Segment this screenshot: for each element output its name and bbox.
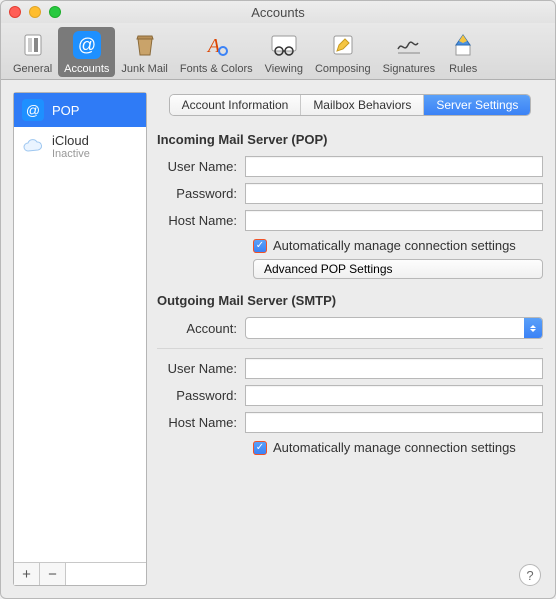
add-account-button[interactable]: + bbox=[14, 563, 40, 585]
row-incoming-hostname: Host Name: bbox=[157, 210, 543, 231]
rules-icon bbox=[447, 29, 479, 61]
row-outgoing-account: Account: bbox=[157, 317, 543, 339]
content-area: @ POP iCloud Inactive + − bbox=[1, 80, 555, 598]
row-outgoing-hostname: Host Name: bbox=[157, 412, 543, 433]
outgoing-account-select[interactable] bbox=[245, 317, 543, 339]
username-label: User Name: bbox=[157, 159, 245, 174]
at-icon: @ bbox=[71, 29, 103, 61]
fonts-icon: A bbox=[200, 29, 232, 61]
toolbar-label: General bbox=[13, 63, 52, 75]
row-outgoing-username: User Name: bbox=[157, 358, 543, 379]
row-incoming-username: User Name: bbox=[157, 156, 543, 177]
svg-text:@: @ bbox=[78, 35, 96, 55]
toolbar-label: Accounts bbox=[64, 63, 109, 75]
settings-panel: Account Information Mailbox Behaviors Se… bbox=[157, 92, 543, 586]
incoming-password-input[interactable] bbox=[245, 183, 543, 204]
incoming-auto-label: Automatically manage connection settings bbox=[273, 238, 516, 253]
incoming-section-title: Incoming Mail Server (POP) bbox=[157, 132, 543, 147]
tab-server-settings[interactable]: Server Settings bbox=[424, 95, 530, 115]
hostname-label: Host Name: bbox=[157, 415, 245, 430]
tab-mailbox-behaviors[interactable]: Mailbox Behaviors bbox=[301, 95, 424, 115]
username-label: User Name: bbox=[157, 361, 245, 376]
toolbar-label: Viewing bbox=[265, 63, 303, 75]
tab-segmented-control: Account Information Mailbox Behaviors Se… bbox=[169, 94, 532, 116]
cloud-icon bbox=[22, 136, 44, 158]
outgoing-password-input[interactable] bbox=[245, 385, 543, 406]
outgoing-auto-checkbox-row[interactable]: Automatically manage connection settings bbox=[253, 440, 543, 455]
toolbar-accounts[interactable]: @ Accounts bbox=[58, 27, 115, 77]
tab-account-information[interactable]: Account Information bbox=[170, 95, 302, 115]
signature-icon bbox=[393, 29, 425, 61]
account-status: Inactive bbox=[52, 148, 90, 160]
toolbar-composing[interactable]: Composing bbox=[309, 27, 377, 77]
help-button[interactable]: ? bbox=[519, 564, 541, 586]
chevron-updown-icon bbox=[524, 318, 542, 338]
outgoing-username-input[interactable] bbox=[245, 358, 543, 379]
at-icon: @ bbox=[22, 99, 44, 121]
preferences-window: Accounts General @ Accounts Junk Mail A … bbox=[0, 0, 556, 599]
toolbar-label: Signatures bbox=[383, 63, 436, 75]
accounts-sidebar: @ POP iCloud Inactive + − bbox=[13, 92, 147, 586]
row-outgoing-password: Password: bbox=[157, 385, 543, 406]
account-label: Account: bbox=[157, 321, 245, 336]
toolbar-label: Fonts & Colors bbox=[180, 63, 253, 75]
account-list: @ POP iCloud Inactive bbox=[14, 93, 146, 562]
pencil-icon bbox=[327, 29, 359, 61]
toolbar-label: Junk Mail bbox=[121, 63, 167, 75]
tab-row: Account Information Mailbox Behaviors Se… bbox=[157, 94, 543, 116]
toolbar-label: Rules bbox=[449, 63, 477, 75]
separator bbox=[157, 348, 543, 349]
outgoing-section-title: Outgoing Mail Server (SMTP) bbox=[157, 293, 543, 308]
preferences-toolbar: General @ Accounts Junk Mail A Fonts & C… bbox=[1, 23, 555, 80]
outgoing-auto-label: Automatically manage connection settings bbox=[273, 440, 516, 455]
password-label: Password: bbox=[157, 388, 245, 403]
checkbox-checked-icon[interactable] bbox=[253, 239, 267, 253]
remove-account-button[interactable]: − bbox=[40, 563, 66, 585]
toolbar-general[interactable]: General bbox=[7, 27, 58, 77]
account-name: POP bbox=[52, 103, 79, 118]
password-label: Password: bbox=[157, 186, 245, 201]
row-incoming-password: Password: bbox=[157, 183, 543, 204]
account-icloud[interactable]: iCloud Inactive bbox=[14, 127, 146, 166]
outgoing-hostname-input[interactable] bbox=[245, 412, 543, 433]
incoming-username-input[interactable] bbox=[245, 156, 543, 177]
toolbar-fonts-colors[interactable]: A Fonts & Colors bbox=[174, 27, 259, 77]
toolbar-signatures[interactable]: Signatures bbox=[377, 27, 442, 77]
incoming-hostname-input[interactable] bbox=[245, 210, 543, 231]
toolbar-rules[interactable]: Rules bbox=[441, 27, 485, 77]
sidebar-footer: + − bbox=[14, 562, 146, 585]
window-title: Accounts bbox=[1, 5, 555, 20]
account-pop[interactable]: @ POP bbox=[14, 93, 146, 127]
checkbox-checked-icon[interactable] bbox=[253, 441, 267, 455]
toolbar-viewing[interactable]: Viewing bbox=[259, 27, 309, 77]
hostname-label: Host Name: bbox=[157, 213, 245, 228]
glasses-icon bbox=[268, 29, 300, 61]
titlebar: Accounts bbox=[1, 1, 555, 23]
svg-text:A: A bbox=[206, 35, 221, 57]
advanced-pop-settings-button[interactable]: Advanced POP Settings bbox=[253, 259, 543, 279]
toolbar-label: Composing bbox=[315, 63, 371, 75]
incoming-auto-checkbox-row[interactable]: Automatically manage connection settings bbox=[253, 238, 543, 253]
general-icon bbox=[17, 29, 49, 61]
toolbar-junk-mail[interactable]: Junk Mail bbox=[115, 27, 173, 77]
account-name: iCloud bbox=[52, 133, 90, 148]
trash-icon bbox=[129, 29, 161, 61]
